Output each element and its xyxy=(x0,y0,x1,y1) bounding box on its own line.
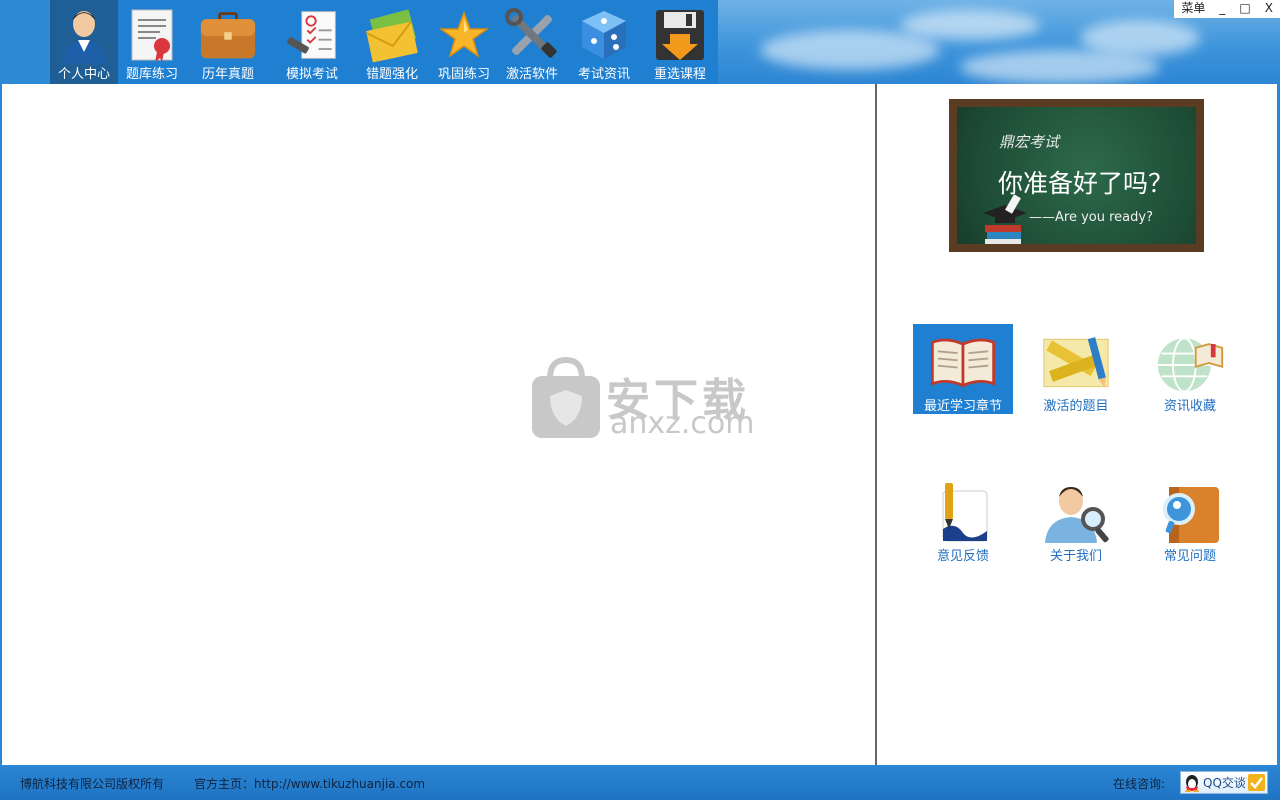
quick-about-us[interactable]: 关于我们 xyxy=(1026,474,1126,564)
help-book-icon xyxy=(1154,480,1226,545)
menu-button[interactable]: 菜单 xyxy=(1174,0,1212,18)
watermark-subtext: anxz.com xyxy=(610,406,755,441)
shield-bag-icon xyxy=(532,356,600,438)
quick-activated-questions[interactable]: 激活的题目 xyxy=(1026,324,1126,414)
globe-book-icon xyxy=(1154,330,1226,395)
nav-item-question-bank[interactable]: 题库练习 xyxy=(118,0,186,84)
maximize-button[interactable]: □ xyxy=(1232,0,1257,18)
lesson-pen-icon xyxy=(927,480,999,545)
nav-item-mistake-review[interactable]: 错题强化 xyxy=(354,0,430,84)
quick-label: 常见问题 xyxy=(1163,549,1216,564)
nav-item-label: 个人中心 xyxy=(57,67,110,82)
nav-item-label: 模拟考试 xyxy=(285,67,338,82)
user-icon xyxy=(55,6,113,64)
open-book-icon xyxy=(927,330,999,395)
minimize-button[interactable]: _ xyxy=(1212,0,1232,18)
star-icon xyxy=(435,6,493,64)
nav-item-label: 错题强化 xyxy=(365,67,418,82)
cloud-decoration xyxy=(900,10,1040,40)
nav-item-mock-exam[interactable]: 模拟考试 xyxy=(270,0,354,84)
envelope-icon xyxy=(363,6,421,64)
banner-brand: 鼎宏考试 xyxy=(999,133,1060,151)
nav-item-past-exams[interactable]: 历年真题 xyxy=(186,0,270,84)
person-magnifier-icon xyxy=(1040,480,1112,545)
quick-recent-chapters[interactable]: 最近学习章节 xyxy=(913,324,1013,414)
nav-item-activate-software[interactable]: 激活软件 xyxy=(498,0,566,84)
top-toolbar: 个人中心 题库练习 历年真题 模拟考试 错题强化 巩固练习 激活软件 考试资讯 … xyxy=(0,0,1280,84)
window-controls: 菜单 _ □ X xyxy=(1174,0,1280,18)
consult-label: 在线咨询: xyxy=(1113,777,1166,791)
nav-item-personal-center[interactable]: 个人中心 xyxy=(50,0,118,84)
cloud-decoration xyxy=(760,30,940,70)
quick-news-favorites[interactable]: 资讯收藏 xyxy=(1140,324,1240,414)
ready-banner: 鼎宏考试 你准备好了吗？ ——Are you ready? xyxy=(949,99,1204,252)
chalkboard: 鼎宏考试 你准备好了吗？ ——Are you ready? xyxy=(957,107,1196,244)
close-button[interactable]: X xyxy=(1258,0,1280,18)
quick-label: 最近学习章节 xyxy=(923,399,1002,414)
toolbar-left-strip xyxy=(0,0,50,84)
nav-item-label: 考试资讯 xyxy=(577,67,630,82)
nav-item-label: 巩固练习 xyxy=(437,67,490,82)
qq-button-label: QQ交谈 xyxy=(1203,776,1246,790)
banner-subtitle: ——Are you ready? xyxy=(1029,210,1153,225)
tools-icon xyxy=(503,6,561,64)
homepage-link[interactable]: 官方主页：http://www.tikuzhuanjia.com xyxy=(194,775,425,792)
briefcase-icon xyxy=(199,6,257,64)
nav-item-consolidation[interactable]: 巩固练习 xyxy=(430,0,498,84)
status-bar: 博航科技有限公司版权所有 官方主页：http://www.tikuzhuanji… xyxy=(0,765,1280,800)
copyright-text: 博航科技有限公司版权所有 xyxy=(20,777,165,791)
ruler-pencil-icon xyxy=(1040,330,1112,395)
nav-item-label: 历年真题 xyxy=(201,67,254,82)
qq-penguin-icon xyxy=(1185,774,1199,792)
certificate-icon xyxy=(123,6,181,64)
main-nav: 个人中心 题库练习 历年真题 模拟考试 错题强化 巩固练习 激活软件 考试资讯 … xyxy=(50,0,718,84)
quick-label: 激活的题目 xyxy=(1043,399,1109,414)
qq-chat-button[interactable]: QQ交谈 xyxy=(1180,771,1268,794)
quick-faq[interactable]: 常见问题 xyxy=(1140,474,1240,564)
nav-item-reselect-course[interactable]: 重选课程 xyxy=(642,0,718,84)
save-download-icon xyxy=(651,6,709,64)
dice-icon xyxy=(575,6,633,64)
quick-label: 资讯收藏 xyxy=(1163,399,1216,414)
quick-label: 意见反馈 xyxy=(936,549,989,564)
nav-item-exam-news[interactable]: 考试资讯 xyxy=(566,0,642,84)
checkmark-icon xyxy=(1248,774,1265,791)
graduation-books-icon xyxy=(983,194,1027,244)
watermark: 安下载 anxz.com xyxy=(530,356,755,446)
quick-feedback[interactable]: 意见反馈 xyxy=(913,474,1013,564)
nav-item-label: 激活软件 xyxy=(505,67,558,82)
cloud-decoration xyxy=(1080,20,1200,56)
side-panel: 鼎宏考试 你准备好了吗？ ——Are you ready? 最近学习章节 激活的… xyxy=(877,84,1280,765)
exam-paper-icon xyxy=(283,6,341,64)
nav-item-label: 题库练习 xyxy=(125,67,178,82)
nav-item-label: 重选课程 xyxy=(653,67,706,82)
quick-label: 关于我们 xyxy=(1049,549,1102,564)
